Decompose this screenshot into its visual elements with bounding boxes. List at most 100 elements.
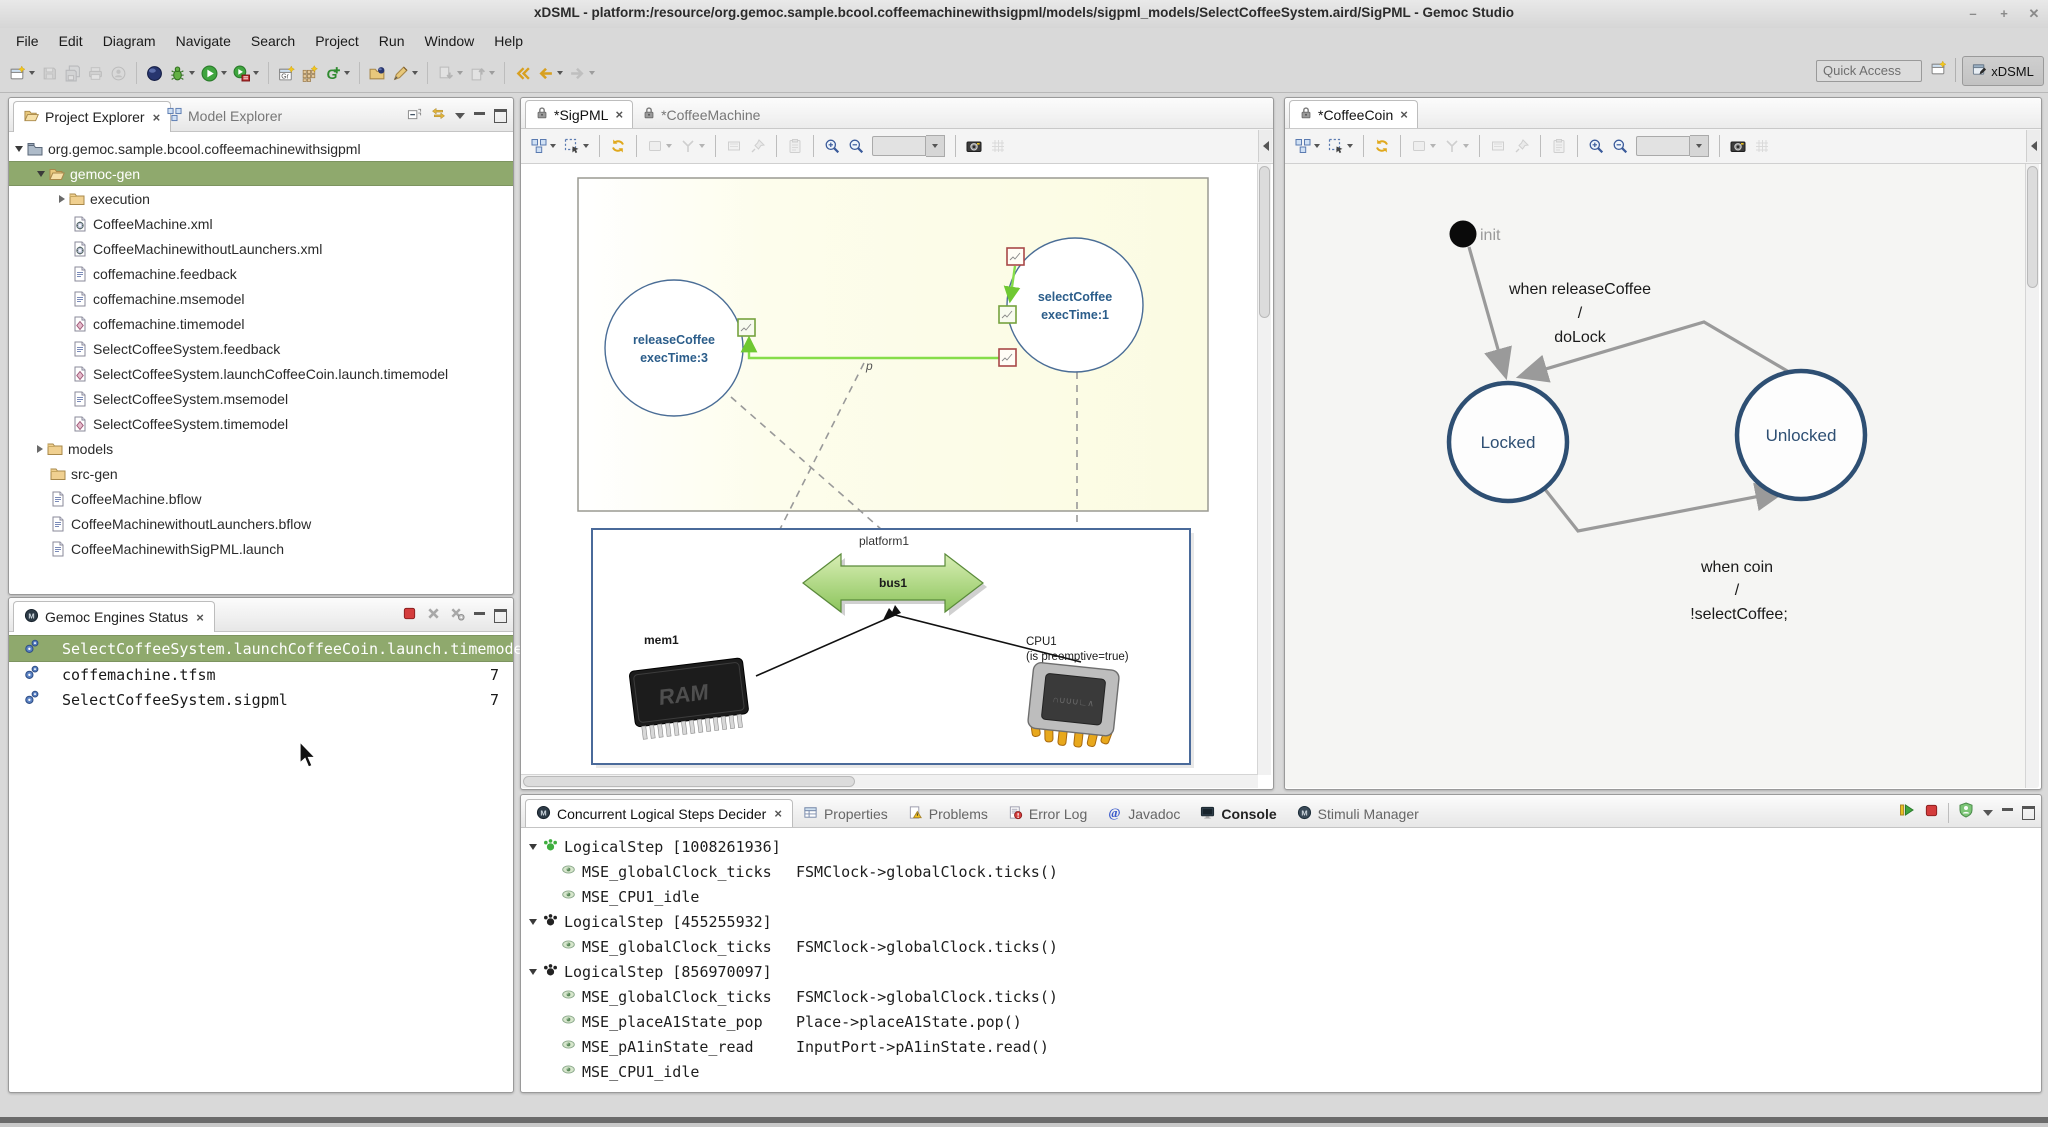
step-forward-icon[interactable] <box>1899 802 1915 823</box>
open-run-config-button[interactable] <box>367 62 388 85</box>
tree-item-coffeemachinewithsigpml-launch[interactable]: CoffeeMachinewithSigPML.launch <box>9 536 513 561</box>
sigpml-canvas[interactable]: releaseCoffee execTime:3 selectCoffee ex… <box>521 164 1271 788</box>
tab-console[interactable]: Console <box>1190 800 1286 827</box>
tree-item-coffemachine-msemodel[interactable]: coffemachine.msemodel <box>9 286 513 311</box>
tree-item-selectcoffeesystem-timemodel[interactable]: SelectCoffeeSystem.timemodel <box>9 411 513 436</box>
mse-row[interactable]: MSE_CPU1_idle <box>521 884 2041 909</box>
run-external-button[interactable] <box>231 62 261 85</box>
tree-item-org-gemoc-sample-bcool-coffeemachinewithsigpml[interactable]: org.gemoc.sample.bcool.coffeemachinewith… <box>9 136 513 161</box>
tree-item-coffeemachine-xml[interactable]: CoffeeMachine.xml <box>9 211 513 236</box>
mse-row[interactable]: MSE_CPU1_idle <box>521 1059 2041 1084</box>
horizontal-scrollbar[interactable] <box>521 774 1258 788</box>
arrange-button[interactable] <box>529 136 558 156</box>
input-port-selectcoffee[interactable] <box>999 306 1016 323</box>
minimize-view-icon[interactable] <box>474 112 485 115</box>
tree-item-coffemachine-feedback[interactable]: coffemachine.feedback <box>9 261 513 286</box>
collapse-all-icon[interactable] <box>407 106 422 126</box>
minimize-view-icon[interactable] <box>2002 808 2013 811</box>
shield-icon[interactable] <box>1958 802 1974 823</box>
quick-access-input[interactable]: Quick Access <box>1816 60 1922 82</box>
tree-item-selectcoffeesystem-msemodel[interactable]: SelectCoffeeSystem.msemodel <box>9 386 513 411</box>
zoom-level-combo[interactable] <box>1634 133 1711 159</box>
refresh-button[interactable] <box>608 136 628 156</box>
tab-problems[interactable]: Problems <box>898 800 998 827</box>
select-button[interactable] <box>562 136 591 156</box>
perspective-xdsml-button[interactable]: xDSML <box>1962 56 2044 86</box>
minimize-view-icon[interactable] <box>474 612 485 615</box>
palette-collapse[interactable] <box>2026 130 2040 162</box>
tab-project-explorer[interactable]: Project Explorer × <box>13 101 171 132</box>
mse-row[interactable]: MSE_pA1inState_readInputPort->pA1inState… <box>521 1034 2041 1059</box>
tab-model-explorer[interactable]: Model Explorer <box>157 101 292 131</box>
refresh-button[interactable] <box>1372 136 1392 156</box>
close-icon[interactable]: × <box>774 806 782 821</box>
back-button[interactable] <box>535 62 565 85</box>
tree-arrow-icon[interactable] <box>59 195 65 203</box>
mse-row[interactable]: MSE_globalClock_ticksFSMClock->globalClo… <box>521 984 2041 1009</box>
coffeecoin-canvas[interactable]: init when releaseCoffee / doLock Locked … <box>1285 164 2039 788</box>
zoom-out-button[interactable] <box>846 136 866 156</box>
maximize-view-icon[interactable] <box>494 109 507 123</box>
new-gemoc-wizard-button[interactable]: Gr <box>276 62 297 85</box>
tree-item-gemoc-gen[interactable]: gemoc-gen <box>9 161 513 186</box>
new-gemoc-project-button[interactable]: G <box>322 62 352 85</box>
annotate-button[interactable] <box>390 62 420 85</box>
menu-help[interactable]: Help <box>484 30 533 52</box>
logical-step-row[interactable]: LogicalStep [856970097] <box>521 959 2041 984</box>
maximize-window-icon[interactable]: + <box>1997 7 2011 21</box>
tree-arrow-icon[interactable] <box>529 844 537 850</box>
transition-locked-unlocked[interactable] <box>1544 488 1781 531</box>
tree-arrow-icon[interactable] <box>529 919 537 925</box>
select-button[interactable] <box>1326 136 1355 156</box>
open-perspective-icon[interactable] <box>1930 60 1947 82</box>
mse-row[interactable]: MSE_placeA1State_popPlace->placeA1State.… <box>521 1009 2041 1034</box>
tree-arrow-icon[interactable] <box>37 171 45 177</box>
dispose-engine-icon[interactable] <box>426 606 441 626</box>
export-image-button[interactable] <box>964 136 984 156</box>
actor-releasecoffee[interactable] <box>605 280 743 416</box>
init-state[interactable] <box>1450 221 1477 248</box>
tree-item-coffemachine-timemodel[interactable]: coffemachine.timemodel <box>9 311 513 336</box>
arrange-button[interactable] <box>1293 136 1322 156</box>
palette-collapse[interactable] <box>1258 130 1272 162</box>
menu-window[interactable]: Window <box>414 30 484 52</box>
close-icon[interactable]: × <box>615 107 623 122</box>
zoom-in-button[interactable] <box>1586 136 1606 156</box>
tab-sigpml[interactable]: *SigPML × <box>525 100 633 128</box>
tab-gemoc-engines-status[interactable]: M Gemoc Engines Status × <box>13 601 215 632</box>
menu-file[interactable]: File <box>6 30 49 52</box>
tab-error-log[interactable]: Error Log <box>998 800 1097 827</box>
dispose-all-engines-icon[interactable] <box>450 606 465 626</box>
menu-run[interactable]: Run <box>369 30 415 52</box>
close-icon[interactable]: × <box>196 610 204 625</box>
tree-item-execution[interactable]: execution <box>9 186 513 211</box>
vertical-scrollbar[interactable] <box>1257 164 1271 775</box>
debug-button[interactable] <box>167 62 197 85</box>
input-port-top[interactable] <box>1007 248 1024 265</box>
tree-arrow-icon[interactable] <box>529 969 537 975</box>
logical-step-row[interactable]: LogicalStep [1008261936] <box>521 834 2041 859</box>
menu-navigate[interactable]: Navigate <box>166 30 241 52</box>
menu-search[interactable]: Search <box>241 30 305 52</box>
transition-init-locked[interactable] <box>1469 247 1505 374</box>
tree-item-selectcoffeesystem-launchcoffeecoin-launch-timemodel[interactable]: SelectCoffeeSystem.launchCoffeeCoin.laun… <box>9 361 513 386</box>
tab-properties[interactable]: Properties <box>793 800 898 827</box>
stop-icon[interactable] <box>1924 803 1939 823</box>
engine-row[interactable]: coffemachine.tfsm7 <box>9 662 513 687</box>
mse-row[interactable]: MSE_globalClock_ticksFSMClock->globalClo… <box>521 859 2041 884</box>
tree-item-coffeemachinewithoutlaunchers-bflow[interactable]: CoffeeMachinewithoutLaunchers.bflow <box>9 511 513 536</box>
zoom-in-button[interactable] <box>822 136 842 156</box>
tree-item-selectcoffeesystem-feedback[interactable]: SelectCoffeeSystem.feedback <box>9 336 513 361</box>
tab-coffeecoin[interactable]: *CoffeeCoin × <box>1289 100 1418 128</box>
view-menu-icon[interactable] <box>455 113 465 119</box>
stop-engine-icon[interactable] <box>402 606 417 626</box>
last-edit-location-button[interactable] <box>512 62 533 85</box>
run-button[interactable] <box>199 62 229 85</box>
tree-item-models[interactable]: models <box>9 436 513 461</box>
link-with-editor-icon[interactable] <box>431 106 446 126</box>
menu-edit[interactable]: Edit <box>49 30 93 52</box>
menu-diagram[interactable]: Diagram <box>93 30 166 52</box>
tree-arrow-icon[interactable] <box>37 445 43 453</box>
export-image-button[interactable] <box>1728 136 1748 156</box>
new-grid-wizard-button[interactable] <box>299 62 320 85</box>
